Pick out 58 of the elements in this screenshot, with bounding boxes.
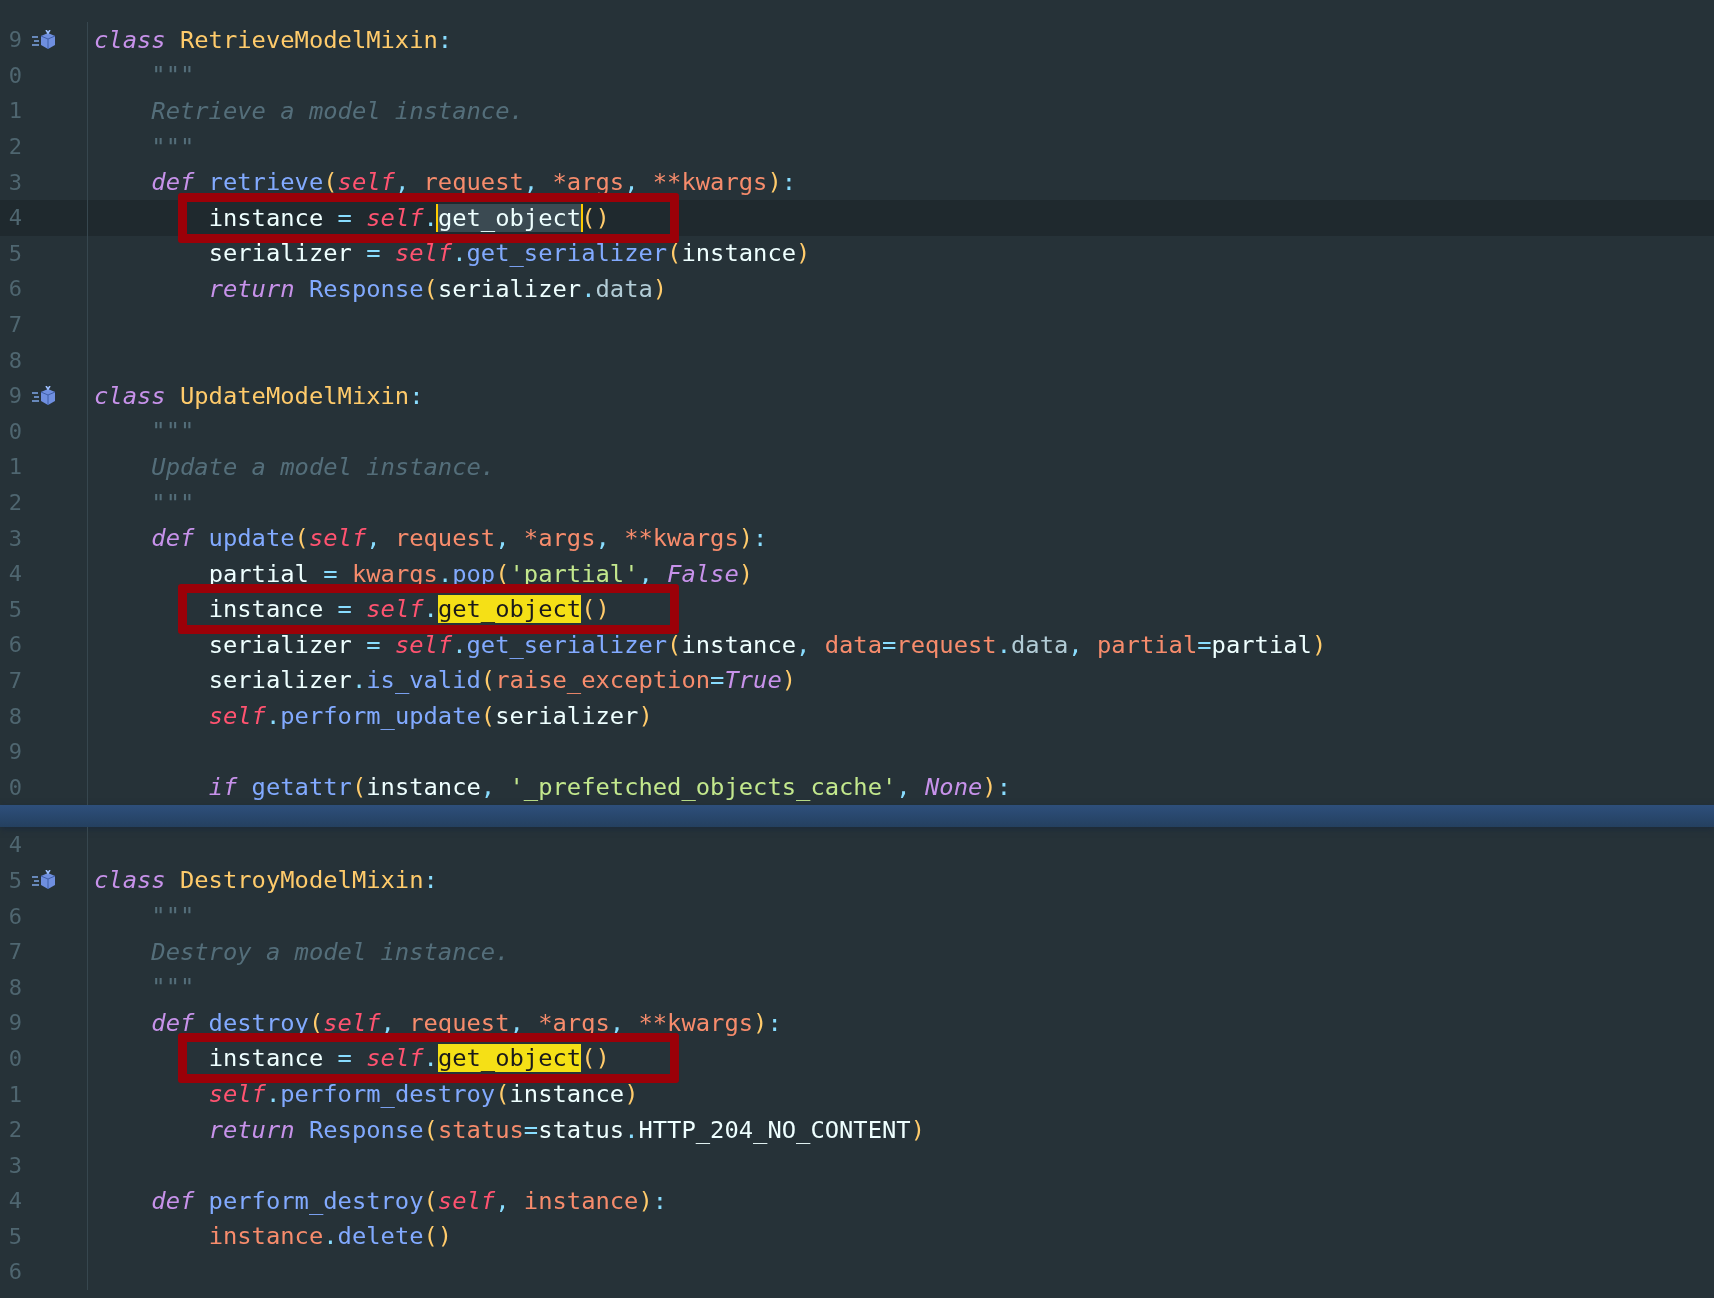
line-number: 9	[7, 1010, 22, 1036]
line-number: 5	[7, 240, 22, 266]
line-number: 3	[7, 525, 22, 551]
line-number: 4	[7, 561, 22, 587]
code-line: self.perform_update(serializer)	[208, 702, 653, 731]
line-number: 2	[7, 1117, 22, 1143]
code-line: """	[151, 973, 195, 1002]
code-line: instance.delete()	[208, 1222, 453, 1251]
line-number: 4	[7, 832, 22, 858]
code-line: Retrieve a model instance.	[151, 97, 524, 125]
code-line: class RetrieveModelMixin:	[94, 25, 453, 54]
code-line: """	[151, 417, 195, 446]
cube-icon[interactable]	[32, 385, 56, 406]
line-number: 9	[7, 27, 22, 53]
line-number: 3	[7, 169, 22, 195]
code-line: """	[151, 61, 195, 90]
code-line: Destroy a model instance.	[151, 937, 510, 966]
line-number: 0	[7, 774, 22, 800]
line-number: 8	[7, 703, 22, 729]
line-number: 7	[7, 312, 22, 338]
code-line: def update(self, request, *args, **kwargs):	[151, 524, 768, 553]
line-number: 6	[7, 1259, 22, 1285]
line-number: 0	[7, 62, 22, 88]
line-number: 5	[7, 1223, 22, 1249]
line-number: 0	[7, 418, 22, 444]
line-number: 1	[7, 1081, 22, 1107]
line-number: 8	[7, 974, 22, 1000]
cube-icon[interactable]	[32, 29, 56, 50]
code-line: return Response(status=status.HTTP_204_NO_CONTENT)	[208, 1115, 925, 1144]
line-number: 0	[7, 1045, 22, 1071]
line-number: 5	[7, 867, 22, 893]
line-number: 7	[7, 939, 22, 965]
line-number: 4	[7, 1188, 22, 1214]
line-number: 8	[7, 347, 22, 373]
line-number: 9	[7, 739, 22, 765]
code-line: """	[151, 488, 195, 517]
code-line: return Response(serializer.data)	[208, 274, 668, 303]
line-number: 6	[7, 903, 22, 929]
code-line: def perform_destroy(self, instance):	[151, 1186, 668, 1215]
line-number: 2	[7, 134, 22, 160]
code-line: """	[151, 132, 195, 161]
code-line: Update a model instance.	[151, 452, 496, 481]
code-line: class UpdateModelMixin:	[94, 381, 424, 410]
code-line: """	[151, 902, 195, 931]
line-number: 5	[7, 596, 22, 622]
line-number: 6	[7, 276, 22, 302]
code-line: class DestroyModelMixin:	[94, 866, 438, 895]
line-number: 3	[7, 1152, 22, 1178]
line-number: 6	[7, 632, 22, 658]
line-number: 2	[7, 490, 22, 515]
line-number: 9	[7, 383, 22, 409]
line-number: 4	[7, 205, 22, 231]
cube-icon[interactable]	[32, 870, 56, 891]
line-number: 1	[7, 454, 22, 480]
line-number: 1	[7, 98, 22, 124]
code-line: if getattr(instance, '_prefetched_objects_cache', None):	[208, 773, 1011, 802]
code-line: serializer.is_valid(raise_exception=True)	[208, 666, 797, 695]
line-number: 7	[7, 668, 22, 693]
